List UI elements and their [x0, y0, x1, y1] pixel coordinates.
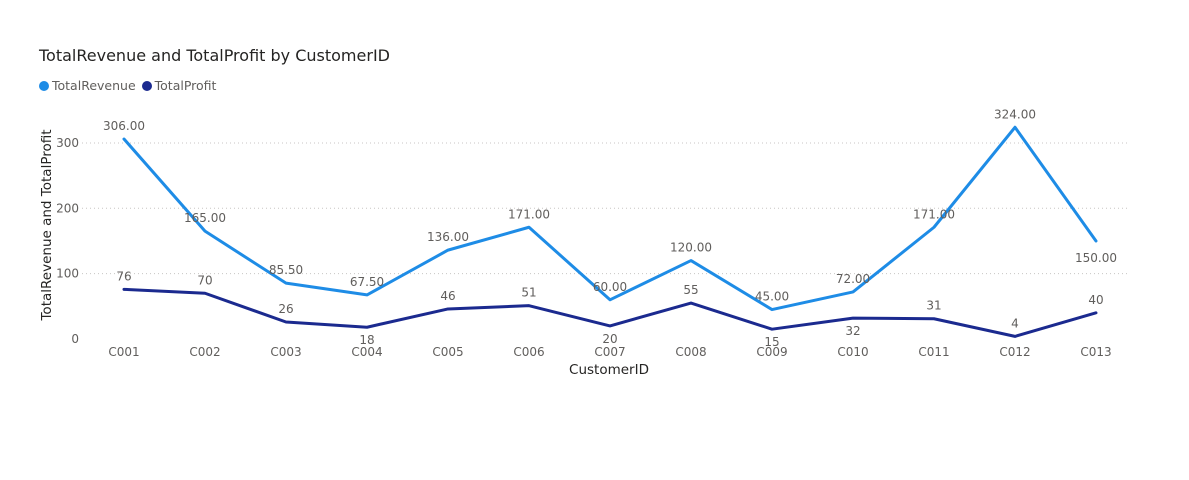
- data-label-profit: 4: [1011, 316, 1019, 330]
- data-label-revenue: 120.00: [670, 241, 712, 255]
- data-label-revenue: 60.00: [593, 280, 627, 294]
- data-label-profit: 18: [359, 333, 374, 347]
- y-tick-label: 200: [56, 201, 79, 215]
- data-label-profit: 76: [116, 269, 131, 283]
- x-tick-label: C013: [1080, 345, 1111, 359]
- data-label-profit: 26: [278, 302, 293, 316]
- data-label-profit: 51: [521, 286, 536, 300]
- x-tick-label: C011: [918, 345, 949, 359]
- x-tick-label: C012: [999, 345, 1030, 359]
- y-tick-label: 300: [56, 136, 79, 150]
- data-label-revenue: 171.00: [913, 207, 955, 221]
- x-tick-label: C005: [432, 345, 463, 359]
- data-label-revenue: 85.50: [269, 263, 303, 277]
- series-lines: [122, 125, 1098, 338]
- x-tick-label: C008: [675, 345, 706, 359]
- y-axis-title: TotalRevenue and TotalProfit: [39, 129, 55, 321]
- data-label-profit: 31: [926, 299, 941, 313]
- data-label-profit: 32: [845, 324, 860, 338]
- data-label-revenue: 171.00: [508, 207, 550, 221]
- y-tick-label: 100: [56, 267, 79, 281]
- data-label-profit: 46: [440, 289, 455, 303]
- x-axis: C001 C002 C003 C004 C005 C006 C007 C008 C009 C010…: [108, 345, 1111, 359]
- series-line-profit: [122, 287, 1098, 338]
- data-label-revenue: 306.00: [103, 119, 145, 133]
- data-label-profit: 15: [764, 335, 779, 349]
- x-tick-label: C003: [270, 345, 301, 359]
- data-label-revenue: 165.00: [184, 211, 226, 225]
- data-label-revenue: 72.00: [836, 272, 870, 286]
- x-tick-label: C010: [837, 345, 868, 359]
- data-labels: 306.00 165.00 85.50 67.50 136.00 171.00 60.00 1…: [103, 107, 1117, 349]
- line-chart: 0100200300 C001 C002 C003 C004 C005 C006 C007 C…: [39, 107, 1128, 378]
- x-axis-title: CustomerID: [569, 362, 649, 378]
- y-tick-label: 0: [71, 332, 79, 346]
- x-tick-label: C006: [513, 345, 544, 359]
- data-label-profit: 55: [683, 283, 698, 297]
- x-tick-label: C002: [189, 345, 220, 359]
- data-label-profit: 70: [197, 273, 212, 287]
- data-label-revenue: 324.00: [994, 107, 1036, 121]
- data-label-revenue: 150.00: [1075, 251, 1117, 265]
- x-tick-label: C001: [108, 345, 139, 359]
- x-tick-label: C007: [594, 345, 625, 359]
- data-label-profit: 20: [602, 332, 617, 346]
- data-label-revenue: 67.50: [350, 275, 384, 289]
- y-axis: 0 100 200 300: [56, 136, 79, 346]
- data-label-revenue: 136.00: [427, 230, 469, 244]
- data-label-profit: 40: [1088, 293, 1103, 307]
- data-label-revenue: 45.00: [755, 290, 789, 304]
